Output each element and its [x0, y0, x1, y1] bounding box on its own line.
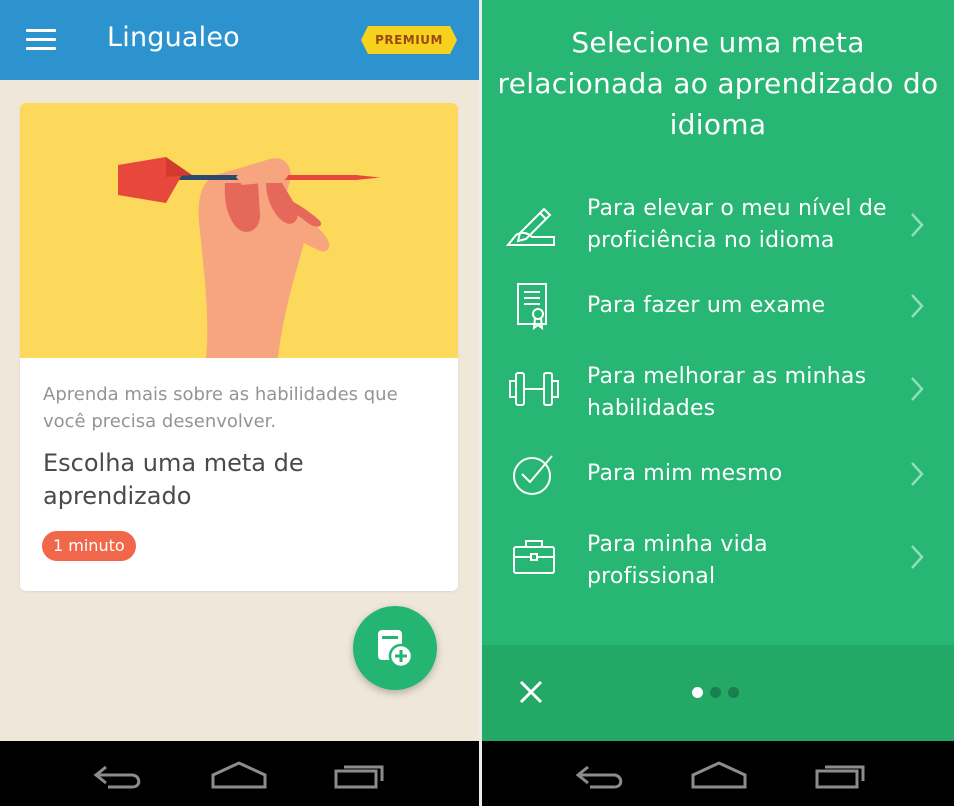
- goal-card[interactable]: Aprenda mais sobre as habilidades que vo…: [20, 103, 458, 591]
- option-exam[interactable]: Para fazer um exame: [482, 265, 954, 347]
- home-icon[interactable]: [691, 761, 747, 789]
- card-subtitle: Aprenda mais sobre as habilidades que vo…: [43, 384, 398, 432]
- certificate-icon: [517, 283, 547, 330]
- card-title: Escolha uma meta de aprendizado: [43, 449, 304, 510]
- dumbbell-icon: [509, 372, 559, 406]
- recent-apps-icon[interactable]: [334, 761, 388, 789]
- dart-hand-illustration: [20, 103, 458, 358]
- goal-selection-title: Selecione uma meta relacionada ao aprend…: [497, 26, 939, 141]
- option-myself[interactable]: Para mim mesmo: [482, 433, 954, 515]
- option-professional[interactable]: Para minha vida profissional: [482, 516, 954, 598]
- system-nav-bar: [0, 741, 479, 806]
- close-icon[interactable]: [518, 679, 544, 705]
- hamburger-menu-icon[interactable]: [26, 29, 56, 51]
- premium-badge[interactable]: PREMIUM: [360, 25, 458, 55]
- option-label: Para mim mesmo: [587, 461, 783, 486]
- home-icon[interactable]: [211, 761, 267, 789]
- premium-label: PREMIUM: [375, 33, 443, 47]
- system-nav-bar: [482, 741, 954, 806]
- option-label: Para melhorar as minhas habilidades: [587, 364, 867, 421]
- check-circle-icon: [513, 455, 553, 495]
- chevron-right-icon: [911, 377, 924, 401]
- option-skills[interactable]: Para melhorar as minhas habilidades: [482, 348, 954, 430]
- chevron-right-icon: [911, 545, 924, 569]
- back-icon[interactable]: [574, 761, 628, 789]
- recent-apps-icon[interactable]: [815, 761, 869, 789]
- bottom-bar: [482, 645, 954, 741]
- app-title: Lingualeo: [107, 22, 240, 53]
- add-goal-fab[interactable]: [353, 606, 437, 690]
- pager-dot: [728, 687, 739, 698]
- option-label: Para fazer um exame: [587, 293, 826, 318]
- pager-dot-active: [692, 687, 703, 698]
- app-bar: Lingualeo PREMIUM: [0, 0, 479, 80]
- duration-badge: 1 minuto: [42, 531, 136, 561]
- briefcase-icon: [513, 540, 555, 574]
- left-screen: Lingualeo PREMIUM Aprenda mais sobre as …: [0, 0, 479, 806]
- chevron-right-icon: [911, 462, 924, 486]
- chevron-right-icon: [911, 294, 924, 318]
- pager-dot: [710, 687, 721, 698]
- right-screen: Selecione uma meta relacionada ao aprend…: [482, 0, 954, 806]
- add-document-icon: [378, 630, 414, 668]
- option-proficiency[interactable]: Para elevar o meu nível de proficiência …: [482, 184, 954, 266]
- pen-hand-icon: [506, 207, 555, 246]
- option-label: Para minha vida profissional: [587, 532, 768, 589]
- option-label: Para elevar o meu nível de proficiência …: [587, 196, 887, 253]
- chevron-right-icon: [911, 213, 924, 237]
- back-icon[interactable]: [92, 761, 146, 789]
